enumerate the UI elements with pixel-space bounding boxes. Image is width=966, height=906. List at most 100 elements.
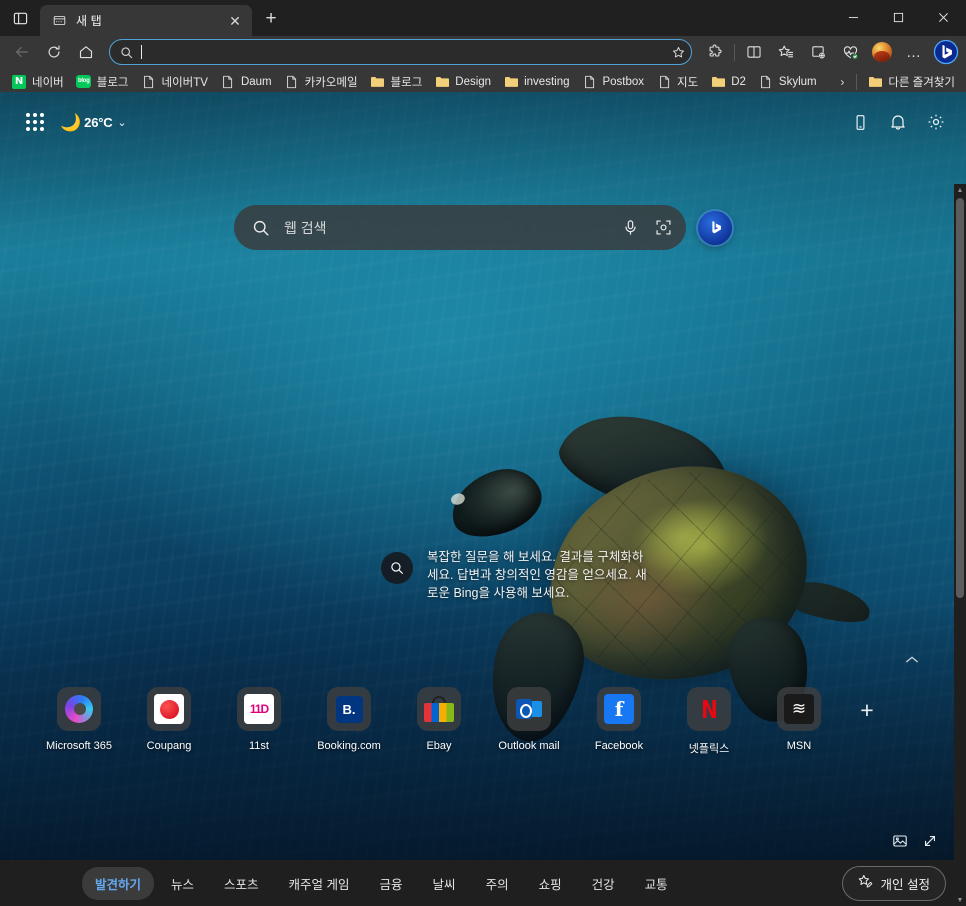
search-input[interactable] [284,219,614,236]
bookmark-item[interactable]: 지도 [650,71,704,92]
feed-tab-traffic[interactable]: 교통 [632,867,681,900]
feed-tab-weather[interactable]: 날씨 [420,867,469,900]
settings-and-more-button[interactable]: … [900,38,928,66]
bookmark-folder[interactable]: 블로그 [364,71,429,92]
scrollbar-thumb[interactable] [956,198,964,598]
personalize-button[interactable]: 개인 설정 [841,865,946,901]
scroll-down-button[interactable]: ▼ [954,894,966,906]
shortcut-11st[interactable]: 11D 11st [214,687,304,752]
back-arrow-icon[interactable] [8,38,36,66]
shortcut-label: Microsoft 365 [45,740,113,752]
scroll-up-button[interactable]: ▲ [954,184,966,196]
star-outline-icon[interactable] [672,46,685,59]
feed-tab-discover[interactable]: 발견하기 [82,866,155,900]
search-badge-icon [381,552,413,584]
split-screen-icon[interactable] [740,38,768,66]
bookmark-item[interactable]: Postbox [575,71,650,92]
bookmark-label: 카카오메일 [304,76,358,89]
bing-chat-icon[interactable] [698,210,732,245]
page-icon [141,74,157,90]
shortcut-facebook[interactable]: f Facebook [574,687,664,752]
title-bar: 새 탭 ✕ + [0,0,966,36]
shortcut-ebay[interactable]: Ebay [394,687,484,752]
shortcut-label: 11st [249,740,269,752]
extensions-icon[interactable] [701,38,729,66]
browser-essentials-icon[interactable] [836,38,864,66]
tab-title: 새 탭 [76,14,102,28]
naver-blog-icon: blog [76,74,92,90]
feed-tab-news[interactable]: 뉴스 [158,867,207,900]
bookmark-label: 블로그 [390,76,423,89]
other-favorites-folder[interactable]: 다른 즐겨찾기 [861,71,961,92]
mobile-device-icon[interactable] [848,110,872,134]
image-credit-icon[interactable] [892,833,908,854]
page-icon [581,74,597,90]
feed-tab-health[interactable]: 건강 [579,867,628,900]
minimize-button[interactable] [831,0,876,34]
bookmarks-overflow: › 다른 즐겨찾기 [832,71,961,92]
page-scrollbar[interactable]: ▲ ▼ [954,184,966,906]
new-tab-button[interactable]: + [256,4,286,34]
shortcut-booking[interactable]: B. Booking.com [304,687,394,752]
bookmark-label: Postbox [602,75,645,88]
close-button[interactable] [921,0,966,34]
outlook-icon [507,687,551,731]
bookmark-item[interactable]: N 네이버 [5,71,70,92]
text-cursor [141,45,142,59]
browser-toolbar: … [0,36,966,68]
shortcut-microsoft-365[interactable]: Microsoft 365 [34,687,124,752]
expand-fullscreen-icon[interactable] [922,833,938,854]
bookmark-folder[interactable]: Design [428,71,497,92]
search-icon [252,219,270,237]
feed-tab-finance[interactable]: 금융 [367,867,416,900]
shortcut-label: MSN [786,740,812,752]
settings-gear-icon[interactable] [924,110,948,134]
bookmark-item[interactable]: Daum [214,71,278,92]
weather-widget[interactable]: 🌙 26°C ⌄ [60,114,127,131]
maximize-button[interactable] [876,0,921,34]
netflix-icon: N [687,687,731,731]
home-icon[interactable] [72,38,100,66]
bookmark-item[interactable]: Skylum [752,71,823,92]
bookmark-folder[interactable]: D2 [704,71,752,92]
add-shortcut-button[interactable]: + [844,687,890,733]
app-launcher-icon[interactable] [18,105,52,139]
bookmark-label: 블로그 [96,76,129,89]
shortcut-msn[interactable]: ≋ MSN [754,687,844,752]
bookmark-label: Daum [240,75,272,88]
bing-callout[interactable]: 복잡한 질문을 해 보세요. 결과를 구체화하세요. 답변과 창의적인 영감을 … [381,548,647,602]
shortcut-coupang[interactable]: Coupang [124,687,214,752]
personalize-star-icon [858,874,873,892]
refresh-icon[interactable] [40,38,68,66]
chevron-down-icon[interactable]: ⌄ [117,116,126,129]
bookmark-item[interactable]: 네이버TV [135,71,214,92]
bing-search-box[interactable] [234,205,686,250]
profile-avatar[interactable] [868,38,896,66]
feed-tab-sports[interactable]: 스포츠 [211,867,272,900]
shortcut-netflix[interactable]: N 넷플릭스 [664,687,754,756]
favorites-icon[interactable] [772,38,800,66]
shortcut-outlook-mail[interactable]: Outlook mail [484,687,574,752]
notifications-bell-icon[interactable] [886,110,910,134]
tab-close-icon[interactable]: ✕ [224,10,246,32]
bookmark-label: 네이버 [32,76,64,89]
tab-search-icon[interactable] [0,0,40,36]
browser-tab[interactable]: 새 탭 ✕ [40,5,252,36]
bookmark-item[interactable]: 카카오메일 [278,71,364,92]
feed-tab-casual-games[interactable]: 캐주얼 게임 [276,867,363,900]
microphone-icon[interactable] [622,219,639,236]
collapse-chevron-icon[interactable] [905,652,919,667]
chevron-right-icon[interactable]: › [832,75,852,89]
shortcut-label: Coupang [146,740,192,752]
search-icon [120,46,133,59]
collections-icon[interactable] [804,38,832,66]
bing-copilot-icon[interactable] [932,38,960,66]
visual-search-icon[interactable] [655,219,672,236]
feed-tab-attention[interactable]: 주의 [473,867,522,900]
address-bar[interactable] [109,39,692,65]
feed-tab-shopping[interactable]: 쇼핑 [526,867,575,900]
bookmark-folder[interactable]: investing [497,71,575,92]
ntp-top-bar: 🌙 26°C ⌄ [0,92,966,152]
callout-text: 복잡한 질문을 해 보세요. 결과를 구체화하세요. 답변과 창의적인 영감을 … [427,550,647,600]
bookmark-item[interactable]: blog 블로그 [70,71,135,92]
